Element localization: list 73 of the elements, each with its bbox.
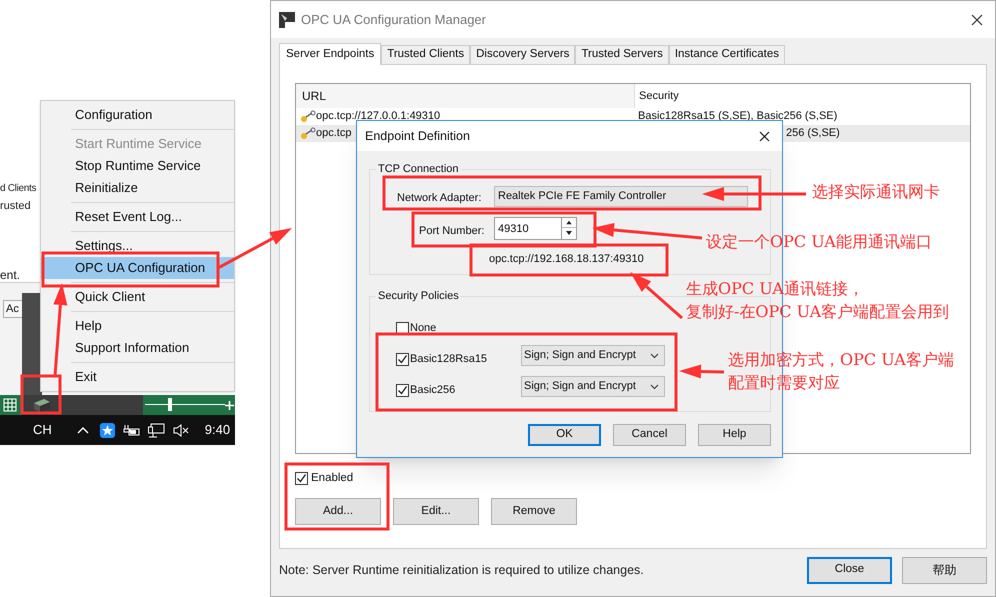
close-button[interactable]: Close <box>807 556 892 584</box>
key-link-icon <box>300 110 316 124</box>
spin-buttons[interactable] <box>562 217 577 240</box>
menu-item[interactable]: Stop Runtime Service <box>41 155 234 177</box>
language-indicator[interactable]: CH <box>33 420 52 440</box>
note-text: Note: Server Runtime reinitialization is required to utilize changes. <box>279 562 644 579</box>
background-text: d Clients <box>0 182 36 196</box>
column-header[interactable]: URL <box>296 84 634 108</box>
window-title: OPC UA Configuration Manager <box>301 10 486 29</box>
table-cell-text: 256 (S,SE) <box>786 126 841 142</box>
app-icon <box>279 12 295 28</box>
menu-item[interactable]: Reset Event Log... <box>41 206 234 228</box>
tab[interactable]: Instance Certificates <box>668 45 786 64</box>
checkbox-label: Basic128Rsa15 <box>410 352 488 367</box>
close-icon[interactable] <box>971 14 983 26</box>
group-title: Security Policies <box>376 289 461 303</box>
button[interactable]: Remove <box>491 498 577 525</box>
checkbox[interactable] <box>396 352 409 366</box>
checkbox[interactable] <box>295 472 308 486</box>
server-tray-icon[interactable] <box>32 397 52 413</box>
dialog-title: Endpoint Definition <box>365 128 470 145</box>
menu-item[interactable]: Quick Client <box>41 286 234 308</box>
menu-item[interactable]: Reinitialize <box>41 177 234 199</box>
menu-item[interactable]: Support Information <box>41 337 234 359</box>
close-icon[interactable] <box>759 130 770 142</box>
button[interactable]: Add... <box>295 498 381 525</box>
endpoint-url: opc.tcp://192.168.18.137:49310 <box>489 252 644 267</box>
table-cell-text: Basic128Rsa15 (S,SE), Basic256 (S,SE) <box>637 109 838 124</box>
menu-item[interactable]: Help <box>41 315 234 337</box>
background-text: ent. <box>0 267 20 284</box>
key-link-icon <box>300 126 316 140</box>
button[interactable]: Edit... <box>393 498 479 525</box>
network-icon[interactable] <box>148 422 165 438</box>
table-cell-text: opc.tcp://127.0.0.1:49310 <box>316 109 440 124</box>
chevron-down-icon <box>650 352 659 358</box>
plus-icon[interactable] <box>225 401 234 410</box>
menu-item[interactable]: Configuration <box>41 104 234 126</box>
port-field[interactable]: 49310 <box>494 217 562 240</box>
field-label: Network Adapter: <box>397 191 482 206</box>
checkbox[interactable] <box>396 384 409 397</box>
arrow <box>679 364 724 378</box>
button[interactable]: OK <box>528 424 601 446</box>
tab[interactable]: Discovery Servers <box>470 45 576 64</box>
table-cell-text: opc.tcp <box>316 126 352 142</box>
button[interactable]: Cancel <box>613 424 686 446</box>
power-battery-icon[interactable] <box>122 424 140 436</box>
mode-select[interactable]: Sign; Sign and Encrypt <box>521 345 665 366</box>
up-arrow-icon[interactable] <box>562 218 576 228</box>
menu-item[interactable]: Settings... <box>41 235 234 257</box>
chevron-up-icon[interactable] <box>76 426 89 434</box>
menu-item[interactable]: OPC UA Configuration <box>41 257 234 279</box>
menu-item[interactable]: Exit <box>41 366 234 388</box>
tab[interactable]: Trusted Servers <box>575 45 669 64</box>
zoom-slider[interactable] <box>145 398 225 411</box>
annotation-text: 选择实际通讯网卡 <box>812 181 940 203</box>
adapter-select[interactable]: Realtek PCIe FE Family Controller <box>494 186 748 207</box>
grid-icon[interactable] <box>3 398 17 412</box>
star-app-icon[interactable] <box>100 422 115 438</box>
clock[interactable]: 9:40 <box>204 420 230 440</box>
checkbox-label: Enabled <box>311 471 354 486</box>
arrow <box>630 272 683 320</box>
tab[interactable]: Trusted Clients <box>381 45 470 64</box>
checkbox-label: Basic256 <box>410 383 456 398</box>
help-button[interactable]: 帮助 <box>902 556 987 584</box>
chevron-down-icon <box>650 384 659 390</box>
muted-speaker-icon[interactable] <box>172 424 189 436</box>
button[interactable]: Help <box>698 424 771 446</box>
checkbox-label: None <box>410 321 436 336</box>
tab[interactable]: Server Endpoints <box>279 43 382 65</box>
background-text: rusted <box>0 199 31 214</box>
mode-select[interactable]: Sign; Sign and Encrypt <box>521 376 665 397</box>
field-label: Port Number: <box>419 224 484 239</box>
highlight-frame <box>20 374 62 414</box>
